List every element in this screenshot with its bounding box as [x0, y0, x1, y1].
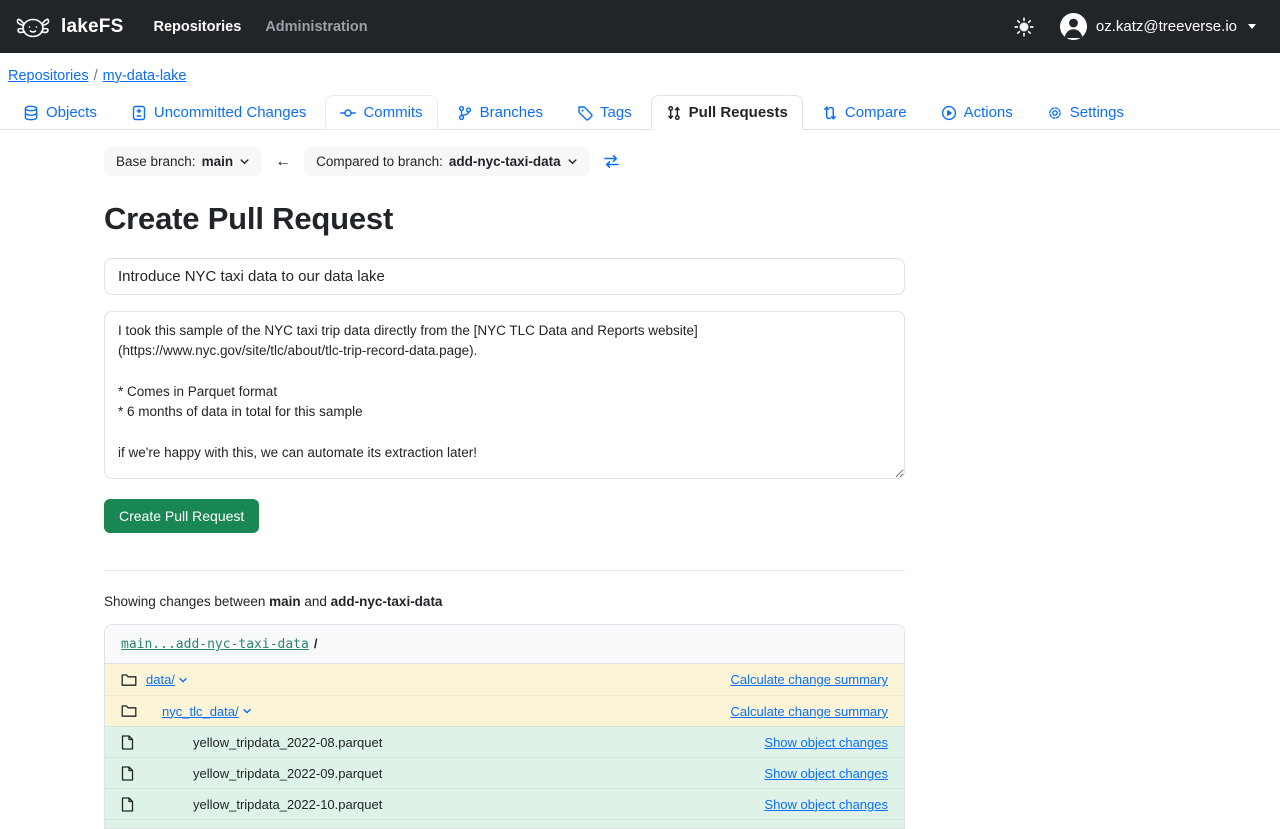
changes-summary: Showing changes between main and add-nyc…: [104, 594, 905, 609]
file-icon: [121, 766, 137, 781]
pr-description-input[interactable]: I took this sample of the NYC taxi trip …: [104, 311, 905, 479]
tab-objects[interactable]: Objects: [8, 95, 112, 130]
change-row-name: yellow_tripdata_2022-10.parquet: [193, 797, 382, 812]
pull-request-page: Base branch: main ← Compared to branch: …: [104, 147, 905, 829]
chevron-down-icon: [239, 156, 250, 167]
summary-base-branch: main: [269, 594, 301, 609]
changes-table-header: main...add-nyc-taxi-data /: [105, 625, 904, 664]
diff-file-icon: [131, 105, 147, 121]
compared-branch-selector[interactable]: Compared to branch: add-nyc-taxi-data: [304, 147, 590, 176]
tab-pull-requests[interactable]: Pull Requests: [651, 95, 803, 130]
chevron-down-icon[interactable]: [242, 706, 252, 716]
ref-range-link[interactable]: main...add-nyc-taxi-data: [121, 637, 309, 652]
tab-branches[interactable]: Branches: [442, 95, 558, 130]
tab-label: Settings: [1070, 104, 1124, 121]
pull-request-icon: [666, 105, 682, 121]
tab-label: Tags: [600, 104, 632, 121]
tab-label: Commits: [363, 104, 422, 121]
change-row-action-link[interactable]: Show object changes: [764, 797, 888, 812]
nav-administration[interactable]: Administration: [265, 19, 367, 35]
tag-icon: [577, 105, 593, 121]
change-row-action-link[interactable]: Show object changes: [764, 766, 888, 781]
summary-compared-branch: add-nyc-taxi-data: [331, 594, 443, 609]
change-row: yellow_tripdata_2022-10.parquet Show obj…: [105, 788, 904, 819]
summary-joiner: and: [301, 594, 331, 609]
folder-icon: [121, 673, 137, 687]
compare-bar: Base branch: main ← Compared to branch: …: [104, 147, 905, 176]
tab-label: Uncommitted Changes: [154, 104, 307, 121]
gear-icon: [1047, 105, 1063, 121]
folder-icon: [121, 704, 137, 718]
file-icon: [121, 797, 137, 812]
direction-arrow-icon: ←: [275, 153, 291, 171]
change-row-action-link[interactable]: Show object changes: [764, 735, 888, 750]
compared-branch-label: Compared to branch:: [316, 154, 443, 169]
chevron-down-icon[interactable]: [178, 675, 188, 685]
summary-prefix: Showing changes between: [104, 594, 269, 609]
branch-icon: [457, 105, 473, 121]
navbar-right: oz.katz@treeverse.io: [1014, 13, 1256, 40]
repository-tabs: Objects Uncommitted Changes Commits Bran…: [0, 95, 1280, 130]
brand-name: lakeFS: [61, 16, 123, 38]
chevron-down-icon: [1248, 24, 1256, 29]
compared-branch-value: add-nyc-taxi-data: [449, 154, 561, 169]
theme-toggle-sun-icon[interactable]: [1014, 17, 1034, 37]
nav-repositories[interactable]: Repositories: [153, 19, 241, 35]
database-icon: [23, 105, 39, 121]
tab-settings[interactable]: Settings: [1032, 95, 1139, 130]
page-title: Create Pull Request: [104, 201, 905, 237]
tab-label: Actions: [964, 104, 1013, 121]
tab-uncommitted-changes[interactable]: Uncommitted Changes: [116, 95, 322, 130]
changes-table: main...add-nyc-taxi-data / data/ Calculat…: [104, 624, 905, 829]
breadcrumb-repo-name[interactable]: my-data-lake: [103, 68, 187, 84]
file-icon: [121, 735, 137, 750]
create-pull-request-button[interactable]: Create Pull Request: [104, 499, 259, 533]
change-row: data/ Calculate change summary: [105, 664, 904, 695]
change-row-name: yellow_tripdata_2022-09.parquet: [193, 766, 382, 781]
breadcrumb-separator: /: [94, 68, 98, 84]
user-avatar: [1060, 13, 1087, 40]
change-row: yellow_tripdata_2022-08.parquet Show obj…: [105, 726, 904, 757]
tab-commits[interactable]: Commits: [325, 95, 437, 130]
compare-icon: [822, 105, 838, 121]
user-menu[interactable]: oz.katz@treeverse.io: [1060, 13, 1256, 40]
change-row-name[interactable]: nyc_tlc_data/: [162, 704, 239, 719]
tab-tags[interactable]: Tags: [562, 95, 647, 130]
axolotl-logo-icon: [14, 12, 52, 42]
tab-label: Compare: [845, 104, 907, 121]
change-row: nyc_tlc_data/ Calculate change summary: [105, 695, 904, 726]
user-email: oz.katz@treeverse.io: [1096, 18, 1237, 35]
top-navbar: lakeFS Repositories Administration oz.ka…: [0, 0, 1280, 53]
pr-title-input[interactable]: [104, 258, 905, 295]
swap-branches-icon[interactable]: [603, 153, 620, 170]
change-row-action-link[interactable]: Calculate change summary: [730, 672, 888, 687]
change-row: yellow_tripdata_2022-09.parquet Show obj…: [105, 757, 904, 788]
section-divider: [104, 570, 905, 571]
play-circle-icon: [941, 105, 957, 121]
base-branch-selector[interactable]: Base branch: main: [104, 147, 262, 176]
change-row-action-link[interactable]: Calculate change summary: [730, 704, 888, 719]
ref-path-suffix: /: [314, 636, 318, 651]
chevron-down-icon: [567, 156, 578, 167]
change-row-name: yellow_tripdata_2022-08.parquet: [193, 735, 382, 750]
base-branch-label: Base branch:: [116, 154, 196, 169]
changes-rows: data/ Calculate change summary nyc_tlc_d…: [105, 664, 904, 819]
breadcrumb: Repositories / my-data-lake: [0, 53, 1280, 95]
tab-label: Pull Requests: [689, 104, 788, 121]
tab-compare[interactable]: Compare: [807, 95, 922, 130]
base-branch-value: main: [202, 154, 234, 169]
change-row-name[interactable]: data/: [146, 672, 175, 687]
navbar-links: Repositories Administration: [153, 19, 367, 35]
breadcrumb-repositories[interactable]: Repositories: [8, 68, 89, 84]
lakefs-brand[interactable]: lakeFS: [14, 12, 123, 42]
tab-label: Objects: [46, 104, 97, 121]
tab-actions[interactable]: Actions: [926, 95, 1028, 130]
tab-label: Branches: [480, 104, 543, 121]
commit-icon: [340, 105, 356, 121]
